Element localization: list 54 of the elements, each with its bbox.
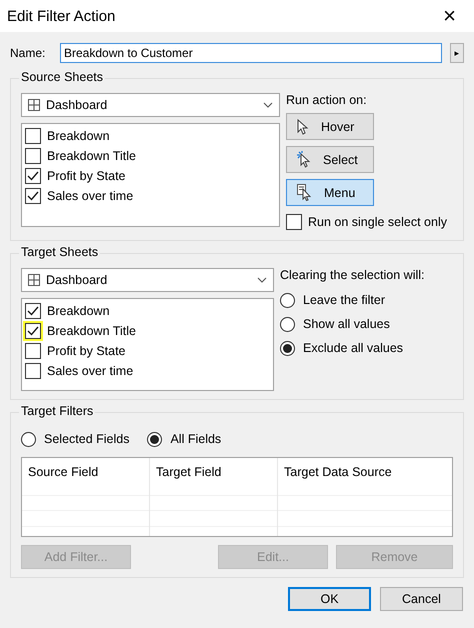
sheet-dropdown[interactable]: Dashboard [21,93,280,117]
sheet-label: Breakdown [47,304,110,318]
window-title: Edit Filter Action [7,8,116,24]
checkbox[interactable] [25,363,41,379]
radio-button[interactable] [280,316,295,332]
group-title: Source Sheets [19,70,105,84]
radio-button[interactable] [280,340,295,356]
pointer-icon [297,118,309,134]
checkbox[interactable] [25,128,41,144]
grid-icon [28,99,40,111]
sheet-label: Sales over time [47,189,134,203]
run-action-label: Run action on: [286,93,368,107]
close-button[interactable]: × [443,5,456,27]
menu-pointer-icon [297,184,312,201]
menu-arrow-button[interactable]: ▸ [450,43,464,63]
name-label: Name: [10,46,46,60]
radio-label: Show all values [303,317,390,331]
sheet-label: Profit by State [47,344,126,358]
click-pointer-icon [297,151,311,168]
dialog-button[interactable]: Cancel [380,587,463,611]
clearing-label: Clearing the selection will: [280,268,426,282]
checkbox[interactable] [25,188,41,204]
dialog-button[interactable]: OK [288,587,371,611]
column-header: Source Field [27,464,100,481]
radio-label: Leave the filter [303,293,385,307]
group-title: Target Sheets [19,245,100,259]
column-header: Target Field [155,464,222,481]
radio-label: Exclude all values [303,341,404,355]
chevron-icon [257,277,267,283]
radio-label: Selected Fields [44,432,130,446]
radio-button[interactable] [147,432,162,446]
sheet-label: Sales over time [47,364,134,378]
group-title: Target Filters [19,404,96,418]
grid-icon [28,274,40,286]
sheet-label: Profit by State [47,169,126,183]
checkbox[interactable] [25,168,41,184]
checkbox[interactable] [25,343,41,359]
checkbox[interactable] [25,148,41,164]
sheet-dropdown[interactable]: Dashboard [21,268,274,292]
chevron-icon [263,102,273,108]
sheet-label: Breakdown [47,129,110,143]
checkbox[interactable] [286,214,302,230]
checkbox[interactable] [25,303,41,319]
sheet-label: Breakdown Title [47,149,136,163]
radio-button[interactable] [280,292,295,308]
run-action-button[interactable]: Select [286,146,374,173]
sheet-label: Run on single select only [308,215,447,229]
radio-label: All Fields [170,432,222,446]
column-header: Target Data Source [283,464,393,481]
radio-button[interactable] [21,432,36,446]
run-action-button[interactable]: Hover [286,113,374,140]
run-action-button[interactable]: Menu [286,179,374,206]
name-field[interactable]: Breakdown to Customer [60,43,442,63]
sheet-label: Breakdown Title [47,324,136,338]
